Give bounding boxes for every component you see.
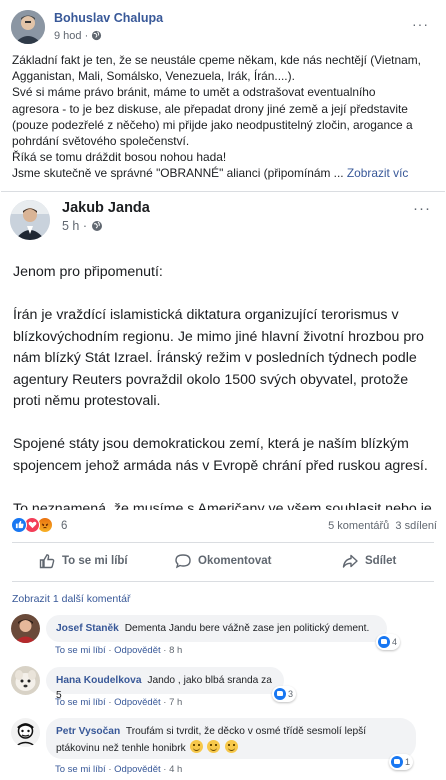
post-line: Jsme skutečně ve správné "OBRANNÉ" alian… [12,165,438,181]
smile-emoji-icon [225,739,239,753]
post-line: Agganistan, Mali, Somálsko, Venezuela, I… [12,69,295,84]
like-label: To se mi líbí [62,555,128,567]
commenter-avatar[interactable] [11,614,40,643]
comment-button[interactable]: Okomentovat [175,553,272,569]
like-icon [378,636,390,648]
dot-separator: · [163,645,167,656]
commenter-avatar[interactable] [11,718,40,747]
post-meta: 9 hod · [54,30,102,44]
like-icon [391,756,403,768]
commenter-avatar[interactable] [11,666,40,695]
comment-like-link[interactable]: To se mi líbí [55,645,106,656]
shared-post-text: Jenom pro připomenutí: Írán je vraždící … [13,262,437,510]
shared-paragraph: Írán je vraždící islamistická diktatura … [13,307,424,409]
shared-post-meta: 5 h · [62,219,103,235]
comment-bubble: Josef Staněk Dementa Jandu bere vážně za… [46,615,387,642]
meta-separator: · [84,30,89,42]
share-button[interactable]: Sdílet [342,553,396,569]
post-options-icon[interactable]: ··· [412,16,429,32]
post-actions: To se mi líbí Okomentovat Sdílet [0,547,446,579]
post-line: (pouze podezřelé z něčeho) mi přijde jak… [12,117,413,132]
like-button[interactable]: To se mi líbí [39,553,128,569]
share-count[interactable]: 3 sdílení [395,520,437,532]
share-label: Sdílet [365,555,397,567]
dot-separator: · [108,697,112,708]
dot-separator: · [163,764,167,775]
comment-icon [175,553,191,569]
post-header: Bohuslav Chalupa 9 hod · ··· [11,10,435,50]
post-last-line: Jsme skutečně ve správné "OBRANNÉ" alian… [12,166,347,181]
post-line: Říká se tomu dráždit bosou nohou hada! [12,150,227,165]
shared-post[interactable]: Jakub Janda 5 h · ··· Jenom pro připomen… [1,191,445,510]
comment-reactions[interactable]: 1 [389,754,414,770]
shared-paragraph: Jenom pro připomenutí: [13,264,163,280]
commenter-name[interactable]: Josef Staněk [56,623,119,634]
author-avatar[interactable] [11,10,45,44]
smile-emoji-icon [207,739,221,753]
comment-reaction-count: 3 [288,689,294,699]
comment-label: Okomentovat [198,555,272,567]
comment-reactions[interactable]: 3 [272,686,297,702]
divider [12,542,434,543]
comment-text: Troufám si tvrdit, že děcko v osmé třídě… [125,726,367,737]
comment-actions: To se mi líbí · Odpovědět · 7 h [55,697,182,708]
comment-time[interactable]: 7 h [169,697,182,708]
comment-count[interactable]: 5 komentářů [328,520,389,532]
shared-post-options-icon[interactable]: ··· [413,200,431,217]
like-outline-icon [39,553,55,569]
comment-actions: To se mi líbí · Odpovědět · 8 h [55,645,182,656]
shared-author-name[interactable]: Jakub Janda [62,200,150,216]
shared-paragraph: To neznamená, že musíme s Američany ve v… [13,500,432,511]
like-icon[interactable] [11,517,27,533]
comment-time[interactable]: 4 h [169,764,182,775]
feed-post: Bohuslav Chalupa 9 hod · ··· Základní fa… [0,0,446,780]
shared-author-avatar[interactable] [10,200,50,240]
comment-bubble: Petr Vysočan Troufám si tvrdit, že děcko… [46,718,416,759]
author-name[interactable]: Bohuslav Chalupa [54,11,163,25]
comment-like-link[interactable]: To se mi líbí [55,697,106,708]
dot-separator: · [108,645,112,656]
comment: Petr Vysočan Troufám si tvrdit, že děcko… [0,716,446,778]
post-line: Své si máme právo bránit, máme to umět a… [12,85,376,100]
share-icon [342,553,358,569]
comment-text: ptákovinu než tenhle honibrk [56,742,186,754]
comment-text: Dementa Jandu bere vážně zase jen politi… [124,623,370,634]
comment-reaction-count: 4 [392,637,398,647]
comment-time[interactable]: 8 h [169,645,182,656]
reactions-bar: 6 5 komentářů 3 sdílení [0,513,446,537]
like-icon [274,688,286,700]
comment-reply-link[interactable]: Odpovědět [114,697,160,708]
comment: Hana Koudelkova Jando , jako blbá sranda… [0,664,446,710]
shared-post-time[interactable]: 5 h [62,219,79,233]
comment-reply-link[interactable]: Odpovědět [114,645,160,656]
comment-actions: To se mi líbí · Odpovědět · 4 h [55,764,182,775]
shared-paragraph: Spojené státy jsou demokratickou zemí, k… [13,436,428,474]
commenter-name[interactable]: Petr Vysočan [56,726,120,737]
dot-separator: · [163,697,167,708]
reaction-count[interactable]: 6 [61,520,67,532]
meta-separator: · [82,219,88,233]
comment-like-link[interactable]: To se mi líbí [55,764,106,775]
post-time[interactable]: 9 hod [54,30,82,42]
globe-icon [91,30,102,44]
post-line: Základní fakt je ten, že se neustále cpe… [12,53,421,67]
see-more-link[interactable]: Zobrazit víc [347,166,408,180]
comment-reactions[interactable]: 4 [376,634,401,650]
engagement-counts: 5 komentářů 3 sdílení [328,520,437,532]
divider [12,581,434,582]
post-line: agresora - to je bez diskuse, ale přepad… [12,101,408,116]
globe-icon [91,220,103,235]
smile-emoji-icon [189,739,203,753]
dot-separator: · [108,764,112,775]
comment: Josef Staněk Dementa Jandu bere vážně za… [0,612,446,658]
view-more-comments-link[interactable]: Zobrazit 1 další komentář [12,593,130,605]
post-line: pohrdání světového společenství. [12,134,190,149]
post-text: Základní fakt je ten, že se neustále cpe… [12,52,438,182]
comment-reply-link[interactable]: Odpovědět [114,764,160,775]
comment-reaction-count: 1 [405,757,411,767]
commenter-name[interactable]: Hana Koudelkova [56,675,142,686]
comment-bubble: Hana Koudelkova Jando , jako blbá sranda… [46,667,284,701]
